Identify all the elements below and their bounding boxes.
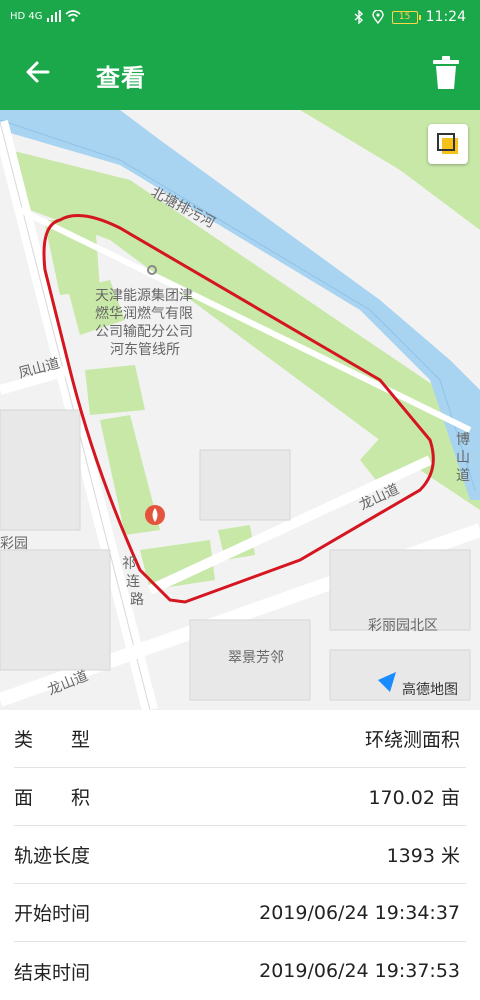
poi-label-line4: 河东管线所: [110, 342, 180, 358]
layers-icon: [437, 133, 458, 154]
boshan-road-label-2: 山: [456, 450, 470, 466]
zhulian-road-label-1: 祁: [122, 556, 136, 572]
map-view[interactable]: 北塘排污河 天津能源集团津 燃华润燃气有限 公司输配分公司 河东管线所 凤山道 …: [0, 110, 480, 710]
amap-brand: 高德地图: [402, 681, 458, 698]
zhulian-road-label-2: 连: [126, 574, 140, 590]
back-arrow-icon[interactable]: [22, 56, 54, 88]
green-patch: [85, 365, 145, 415]
page-title: 查看: [96, 64, 146, 92]
layer-switch-button[interactable]: [428, 124, 468, 164]
info-value: 2019/06/24 19:37:53: [259, 960, 460, 982]
bluetooth-icon: [354, 10, 363, 24]
network-indicator: HD 4G: [10, 10, 81, 22]
info-row-end-time: 结束时间 2019/06/24 19:37:53: [14, 942, 466, 1000]
caili-label: 彩丽园北区: [368, 618, 438, 634]
boshan-road-label-3: 道: [456, 468, 470, 484]
app-bar: 查看: [0, 36, 480, 110]
boshan-road-label-1: 博: [456, 431, 470, 448]
info-row-area: 面 积 170.02 亩: [14, 768, 466, 826]
status-right: 15 11:24: [354, 9, 466, 25]
poi-label-line2: 燃华润燃气有限: [95, 305, 193, 322]
info-label: 类 型: [14, 729, 91, 751]
info-label: 结束时间: [14, 961, 91, 984]
network-label: HD 4G: [10, 10, 43, 22]
zhulian-road-label-3: 路: [130, 592, 144, 608]
poi-label-line3: 公司输配分公司: [95, 324, 193, 340]
yuan-label: 彩园: [0, 536, 28, 552]
clock: 11:24: [425, 9, 466, 25]
info-value: 环绕测面积: [364, 729, 460, 751]
signal-icon: [46, 10, 61, 22]
trash-icon[interactable]: [432, 56, 460, 90]
wifi-icon: [64, 10, 81, 22]
cuijing-label: 翠景芳邻: [228, 649, 284, 666]
battery-icon: 15: [391, 10, 421, 24]
info-value: 2019/06/24 19:34:37: [259, 901, 460, 924]
location-icon: [371, 10, 384, 24]
info-label: 面 积: [14, 787, 91, 809]
map-canvas: 北塘排污河 天津能源集团津 燃华润燃气有限 公司输配分公司 河东管线所 凤山道 …: [0, 110, 480, 710]
info-row-type: 类 型 环绕测面积: [14, 710, 466, 768]
info-label: 轨迹长度: [14, 845, 91, 867]
info-label: 开始时间: [14, 903, 91, 925]
track-info-list: 类 型 环绕测面积 面 积 170.02 亩 轨迹长度 1393 米 开始时间 …: [0, 710, 480, 1000]
info-value: 170.02 亩: [368, 787, 460, 809]
poi-label-line1: 天津能源集团津: [95, 287, 193, 304]
info-row-length: 轨迹长度 1393 米: [14, 826, 466, 884]
status-bar: HD 4G 15 11:24: [0, 0, 480, 36]
info-value: 1393 米: [386, 845, 460, 867]
info-row-start-time: 开始时间 2019/06/24 19:34:37: [14, 884, 466, 942]
